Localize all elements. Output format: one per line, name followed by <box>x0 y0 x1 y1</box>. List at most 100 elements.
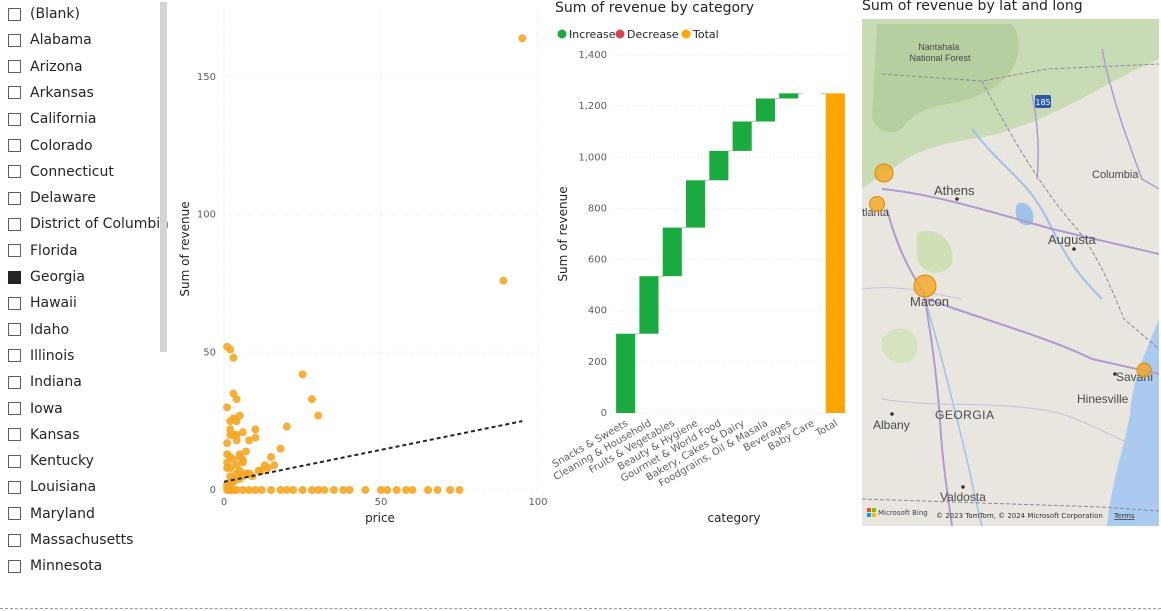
slicer-item[interactable]: Georgia <box>8 266 85 288</box>
scatter-point[interactable] <box>223 403 232 412</box>
scatter-point[interactable] <box>298 370 307 379</box>
slicer-item[interactable]: Colorado <box>8 135 93 157</box>
slicer-scrollbar[interactable] <box>160 2 167 352</box>
scatter-point[interactable] <box>408 486 417 494</box>
state-slicer[interactable]: (Blank) Alabama Arizona Arkansas California C… <box>0 0 172 585</box>
map-bubble[interactable] <box>913 274 937 298</box>
scatter-point[interactable] <box>270 461 279 470</box>
map-visual[interactable]: Sum of revenue by lat and long 185 Nanta… <box>862 0 1161 526</box>
scatter-point[interactable] <box>307 395 316 404</box>
scatter-point[interactable] <box>229 389 238 398</box>
waterfall-bar[interactable] <box>639 276 659 334</box>
scatter-point[interactable] <box>229 353 238 362</box>
legend-item-label[interactable]: Increase <box>569 28 616 41</box>
slicer-checkbox[interactable] <box>8 507 21 521</box>
scatter-point[interactable] <box>276 444 285 453</box>
slicer-checkbox[interactable] <box>8 349 21 363</box>
slicer-item[interactable]: Kentucky <box>8 450 94 472</box>
slicer-item[interactable]: Louisiana <box>8 476 96 498</box>
slicer-item[interactable]: Iowa <box>8 398 63 420</box>
scatter-point[interactable] <box>267 452 276 461</box>
slicer-checkbox[interactable] <box>8 559 21 573</box>
slicer-checkbox[interactable] <box>8 375 21 389</box>
slicer-checkbox[interactable] <box>8 112 21 126</box>
waterfall-bar[interactable] <box>732 121 752 151</box>
scatter-point[interactable] <box>424 486 433 494</box>
scatter-point[interactable] <box>282 422 291 431</box>
map-bubble[interactable] <box>1136 362 1152 378</box>
scatter-point[interactable] <box>518 34 527 43</box>
slicer-checkbox[interactable] <box>8 480 21 494</box>
legend-item-label[interactable]: Total <box>692 28 719 41</box>
scatter-point[interactable] <box>251 433 260 442</box>
slicer-item[interactable]: Kansas <box>8 424 80 446</box>
slicer-checkbox[interactable] <box>8 33 21 47</box>
slicer-item[interactable]: Florida <box>8 240 78 262</box>
slicer-item[interactable]: Illinois <box>8 345 74 367</box>
waterfall-bar[interactable] <box>685 180 706 228</box>
slicer-checkbox[interactable] <box>8 454 21 468</box>
map-bubble[interactable] <box>869 196 885 212</box>
scatter-point[interactable] <box>392 486 401 494</box>
slicer-checkbox[interactable] <box>8 139 21 152</box>
scatter-point[interactable] <box>314 411 323 420</box>
slicer-checkbox[interactable] <box>8 60 21 74</box>
slicer-item[interactable]: Arizona <box>8 56 83 78</box>
slicer-checkbox[interactable] <box>8 244 21 258</box>
scatter-point[interactable] <box>320 486 329 494</box>
slicer-checkbox[interactable] <box>8 217 21 231</box>
slicer-item[interactable]: Idaho <box>8 319 69 341</box>
scatter-point[interactable] <box>235 466 244 475</box>
slicer-item[interactable]: District of Columbia <box>8 213 169 235</box>
scatter-point[interactable] <box>289 486 298 494</box>
scatter-point[interactable] <box>226 345 235 354</box>
waterfall-bar[interactable] <box>662 227 682 277</box>
scatter-point[interactable] <box>251 425 260 434</box>
scatter-point[interactable] <box>238 458 247 467</box>
waterfall-bar[interactable] <box>825 93 845 413</box>
slicer-item[interactable]: Delaware <box>8 187 96 209</box>
scatter-point[interactable] <box>260 461 269 470</box>
scatter-point[interactable] <box>446 486 455 494</box>
slicer-item[interactable]: Indiana <box>8 371 82 393</box>
waterfall-bar[interactable] <box>755 98 776 122</box>
slicer-checkbox[interactable] <box>8 533 21 547</box>
slicer-checkbox[interactable] <box>8 7 21 21</box>
slicer-item[interactable]: Hawaii <box>8 292 77 314</box>
slicer-checkbox[interactable] <box>8 296 21 310</box>
scatter-point[interactable] <box>232 436 241 445</box>
slicer-item[interactable]: California <box>8 108 96 130</box>
scatter-point[interactable] <box>241 447 250 456</box>
slicer-item[interactable]: Minnesota <box>8 555 102 577</box>
scatter-point[interactable] <box>455 486 464 494</box>
slicer-checkbox[interactable] <box>8 428 21 442</box>
scatter-point[interactable] <box>257 486 266 494</box>
waterfall-chart[interactable]: Sum of revenue by category Increase Decre… <box>552 0 857 540</box>
slicer-item[interactable]: Massachusetts <box>8 529 133 551</box>
scatter-chart[interactable]: 0 50 100 150 0 50 100 Sum of revenue price <box>172 0 552 540</box>
waterfall-legend[interactable]: Increase Decrease Total <box>557 28 719 41</box>
scatter-point[interactable] <box>238 428 247 437</box>
scatter-point[interactable] <box>433 486 442 494</box>
scatter-point[interactable] <box>361 486 370 494</box>
scatter-point[interactable] <box>223 463 232 472</box>
slicer-checkbox[interactable] <box>8 165 21 179</box>
scatter-point[interactable] <box>223 450 232 459</box>
waterfall-bar[interactable] <box>616 333 636 413</box>
slicer-checkbox[interactable] <box>8 86 21 100</box>
map-canvas[interactable]: 185 Nantahala National Forest Athens Col… <box>862 19 1159 526</box>
slicer-checkbox[interactable] <box>8 323 21 337</box>
scatter-point[interactable] <box>345 486 354 494</box>
slicer-item[interactable]: Connecticut <box>8 161 114 183</box>
slicer-item[interactable]: Alabama <box>8 29 92 51</box>
scatter-point[interactable] <box>223 439 232 448</box>
scatter-point[interactable] <box>226 417 235 426</box>
map-terms-link[interactable]: Terms <box>1113 512 1135 520</box>
waterfall-bar[interactable] <box>779 93 799 99</box>
scatter-point[interactable] <box>298 486 307 494</box>
scatter-point[interactable] <box>499 276 508 285</box>
slicer-checkbox[interactable] <box>8 270 21 284</box>
slicer-item[interactable]: (Blank) <box>8 3 80 25</box>
slicer-checkbox[interactable] <box>8 402 21 415</box>
map-bubble[interactable] <box>874 163 894 183</box>
